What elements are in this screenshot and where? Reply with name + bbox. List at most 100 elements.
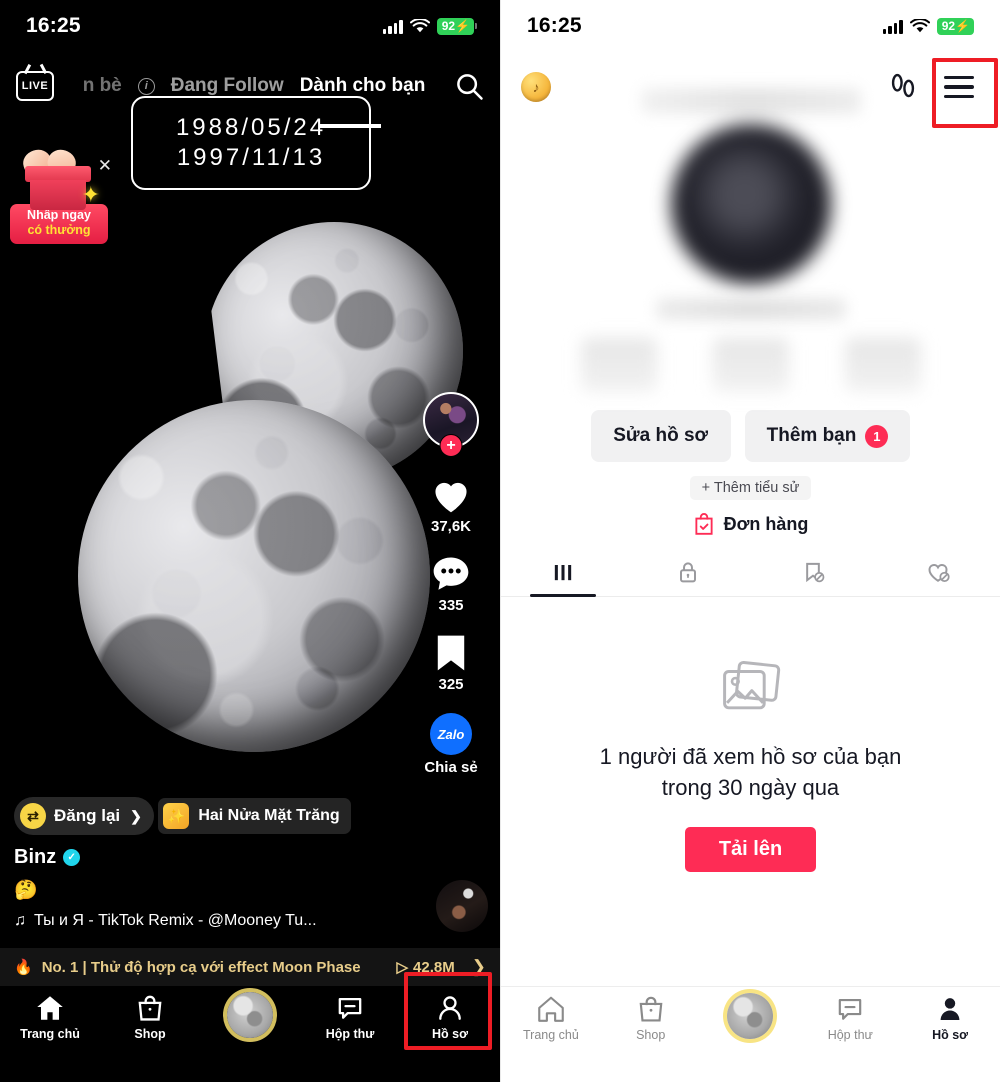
wifi-icon — [409, 18, 430, 32]
search-icon[interactable] — [454, 71, 484, 101]
hamburger-menu-icon[interactable] — [936, 64, 982, 110]
status-icons: 92 ⚡ — [382, 17, 478, 35]
flame-icon: 🔥 — [14, 959, 33, 976]
bottom-tabbar-right: Trang chủ Shop Hộp thư Hồ sơ — [501, 986, 1000, 1082]
add-friend-badge: 1 — [865, 424, 889, 448]
gift-promo-widget[interactable]: ✕ ✦ Nhấp ngay có thưởng — [10, 140, 112, 244]
trending-view-count: 42,8M — [413, 958, 455, 976]
edit-profile-button[interactable]: Sửa hồ sơ — [590, 410, 731, 462]
profile-content-tabs — [501, 558, 1000, 597]
profile-action-buttons: Sửa hồ sơ Thêm bạn 1 — [590, 410, 911, 462]
tab-label: Hồ sơ — [432, 1027, 468, 1041]
home-icon — [538, 996, 564, 1022]
creator-username-row[interactable]: Binz ✓ — [14, 846, 414, 869]
stat-following-blurred[interactable] — [580, 338, 657, 392]
video-caption-block: ⇄ Đăng lại ❯ ✨ Hai Nửa Mặt Trăng Binz ✓ … — [14, 797, 414, 930]
moon-create-icon — [727, 993, 774, 1039]
profile-person-icon — [940, 998, 960, 1020]
moon-create-icon — [227, 992, 273, 1038]
heart-icon — [435, 482, 467, 513]
save-count: 325 — [438, 676, 464, 693]
tab-label: Trang chủ — [20, 1027, 80, 1041]
tiktok-feed-screen: 16:25 92 ⚡ LIVE n bè i Đang Follow Dành … — [0, 0, 500, 1082]
tab-private[interactable] — [626, 558, 751, 596]
add-bio-button[interactable]: + Thêm tiểu sử — [689, 476, 812, 500]
cellular-bars-icon — [382, 19, 403, 34]
trending-banner[interactable]: 🔥 No. 1 | Thử độ hợp cạ với effect Moon … — [0, 948, 500, 986]
active-tab-underline — [530, 594, 597, 597]
tab-home-left[interactable]: Trang chủ — [0, 994, 100, 1041]
share-label: Chia sẻ — [424, 759, 478, 776]
effect-label: Hai Nửa Mặt Trăng — [198, 807, 340, 824]
tab-saved[interactable] — [751, 558, 876, 596]
footprint-icon[interactable] — [886, 70, 920, 104]
comment-button[interactable]: 335 — [431, 555, 471, 614]
creator-avatar[interactable]: + — [423, 392, 479, 457]
share-button[interactable]: Zalo Chia sẻ — [424, 713, 478, 776]
creator-username: Binz — [14, 846, 57, 868]
tab-inbox-left[interactable]: Hộp thư — [300, 994, 400, 1041]
tab-shop-right[interactable]: Shop — [601, 995, 701, 1042]
stat-followers-blurred[interactable] — [712, 338, 789, 392]
wifi-icon — [909, 18, 930, 32]
feed-tab-row: n bè i Đang Follow Dành cho bạn — [66, 75, 442, 97]
status-bar-left: 16:25 92 ⚡ — [0, 0, 500, 52]
trending-label: No. 1 | Thử độ hợp cạ với effect Moon Ph… — [41, 958, 361, 976]
order-bag-icon — [695, 513, 713, 535]
battery-level: 92 — [441, 19, 456, 33]
shop-bag-icon — [138, 995, 162, 1021]
home-icon — [37, 996, 63, 1020]
photos-placeholder-icon — [722, 661, 780, 710]
add-friend-label: Thêm bạn — [766, 425, 857, 446]
comment-icon — [433, 557, 469, 590]
repost-label: Đăng lại — [54, 806, 121, 825]
add-friend-button[interactable]: Thêm bạn 1 — [744, 410, 911, 462]
effect-chip[interactable]: ✨ Hai Nửa Mặt Trăng — [158, 798, 351, 834]
repost-chevron-icon: ❯ — [130, 807, 142, 824]
profile-handle-blurred — [655, 298, 846, 320]
tab-label: Hộp thư — [325, 1027, 375, 1041]
music-label: Ты и Я - TikTok Remix - @Mooney Tu... — [34, 912, 317, 929]
tiktok-profile-screen: 16:25 92 ⚡ ♪ Sửa hồ sơ Thêm bạn 1 + Thêm… — [500, 0, 1000, 1082]
inbox-message-icon — [839, 999, 862, 1020]
dual-screenshot: 16:25 92 ⚡ LIVE n bè i Đang Follow Dành … — [0, 0, 1000, 1082]
coin-icon[interactable]: ♪ — [521, 72, 551, 102]
upload-button[interactable]: Tải lên — [684, 827, 817, 873]
tab-friends[interactable]: n bè — [83, 75, 122, 97]
tab-home-right[interactable]: Trang chủ — [501, 995, 601, 1042]
music-row[interactable]: ♫ Ты и Я - TikTok Remix - @Mooney Tu... — [14, 912, 414, 930]
gift-line-2: có thưởng — [27, 223, 91, 238]
info-circle-icon[interactable]: i — [137, 77, 155, 95]
status-icons: 92 ⚡ — [882, 17, 978, 35]
inbox-message-icon — [338, 997, 362, 1019]
save-button[interactable]: 325 — [434, 634, 468, 693]
status-bar-right: 16:25 92 ⚡ — [501, 0, 1000, 52]
live-icon[interactable]: LIVE — [16, 71, 54, 101]
tab-profile-left[interactable]: Hồ sơ — [400, 994, 500, 1041]
tab-create-left[interactable] — [200, 992, 300, 1038]
tab-liked[interactable] — [875, 558, 1000, 596]
tab-inbox-right[interactable]: Hộp thư — [800, 995, 900, 1042]
tab-profile-right[interactable]: Hồ sơ — [900, 995, 1000, 1042]
empty-line-2: trong 30 ngày qua — [661, 775, 840, 801]
tab-posts[interactable] — [501, 558, 626, 597]
like-button[interactable]: 37,6K — [430, 476, 472, 535]
profile-avatar-blurred[interactable] — [670, 124, 831, 284]
follow-plus-icon[interactable]: + — [439, 434, 463, 457]
tab-create-right[interactable] — [701, 993, 801, 1039]
music-disc-avatar[interactable] — [436, 880, 488, 932]
repost-chip[interactable]: ⇄ Đăng lại ❯ — [14, 797, 154, 835]
stat-likes-blurred[interactable] — [844, 338, 921, 392]
orders-link[interactable]: Đơn hàng — [693, 512, 808, 536]
effect-magic-icon: ✨ — [163, 803, 190, 829]
tab-for-you[interactable]: Dành cho bạn — [300, 75, 426, 97]
date-overlay-box: 1988/05/24 1997/11/13 — [131, 96, 381, 190]
heart-hidden-icon — [928, 564, 950, 582]
status-time: 16:25 — [527, 14, 582, 37]
tab-following[interactable]: Đang Follow — [171, 75, 284, 97]
caption-emoji: 🤔 — [14, 880, 38, 901]
trending-views: ▷ 42,8M — [397, 958, 455, 977]
profile-top-bar: ♪ — [501, 52, 1000, 110]
tab-shop-left[interactable]: Shop — [100, 994, 200, 1041]
date-line-2: 1997/11/13 — [176, 144, 326, 171]
